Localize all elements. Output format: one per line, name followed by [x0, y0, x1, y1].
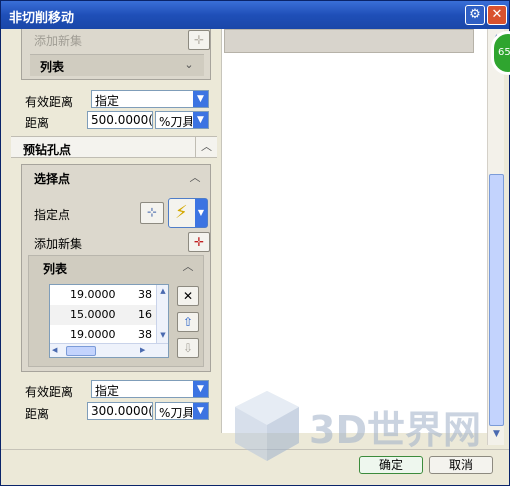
add-new-set-button[interactable]: ✛: [188, 30, 210, 50]
main-vertical-scrollbar[interactable]: ▲ ▼: [487, 29, 504, 445]
scroll-thumb[interactable]: [66, 346, 96, 356]
options-pane: 添加新集 ✛ 列表 ⌄ 有效距离 指定 ▼ 距离 500.0000( %刀具 ▼…: [11, 29, 217, 433]
effective-distance-select[interactable]: 指定 ▼: [91, 90, 209, 108]
title-bar: 非切削移动 ⚙ ✕: [1, 1, 509, 29]
point-type-dropdown[interactable]: ⚡ ▼: [168, 198, 208, 228]
gear-icon[interactable]: ⚙: [465, 5, 485, 25]
select-points-header[interactable]: 选择点 ︿: [22, 165, 210, 189]
table-row[interactable]: 19.0000 38: [50, 285, 168, 305]
chevron-down-icon[interactable]: ▼: [195, 199, 207, 227]
points-list[interactable]: 19.0000 38 15.0000 16 19.0000 38 ▲ ▼ ◀ ▶: [49, 284, 169, 358]
distance-input[interactable]: 500.0000(: [87, 111, 153, 129]
preview-pane: [221, 29, 487, 433]
specify-point-label: 指定点: [34, 208, 71, 222]
dialog-window: 非切削移动 ⚙ ✕ 添加新集 ✛ 列表 ⌄ 有效距离 指定 ▼ 距离 500.0…: [0, 0, 510, 486]
distance-value: 500.0000(: [91, 113, 153, 127]
list-vertical-scrollbar[interactable]: ▲ ▼: [156, 285, 168, 343]
chevron-down-icon[interactable]: ▼: [192, 403, 208, 419]
distance-unit-select[interactable]: %刀具 ▼: [155, 111, 209, 129]
list-cell: 16: [138, 308, 152, 321]
watermark-text: 3D世界网: [309, 408, 481, 452]
predrill-effective-distance-select[interactable]: 指定 ▼: [91, 380, 209, 398]
status-badge: 65: [491, 31, 510, 75]
list-cell: 38: [138, 288, 152, 301]
chevron-up-icon[interactable]: ︿: [181, 260, 195, 274]
list-cell: 38: [138, 328, 152, 341]
chevron-left-icon[interactable]: ◀: [52, 346, 57, 354]
remove-point-button[interactable]: ✕: [177, 286, 199, 306]
list-title: 列表: [43, 262, 68, 276]
chevron-down-icon[interactable]: ⌄: [182, 58, 196, 72]
list-cell: 19.0000: [70, 288, 116, 301]
add-new-set-label: 添加新集: [34, 237, 83, 251]
window-title: 非切削移动: [9, 11, 75, 26]
preview-header: [224, 29, 474, 53]
chevron-up-icon[interactable]: ︿: [195, 137, 217, 158]
predrill-distance-unit-value: %刀具: [159, 406, 195, 420]
list-cell: 15.0000: [70, 308, 116, 321]
lightning-icon: ⚡: [175, 202, 188, 223]
predrill-title: 预钻孔点: [23, 143, 72, 157]
move-up-button[interactable]: ⇧: [177, 312, 199, 332]
predrill-distance-value: 300.0000(: [91, 404, 153, 418]
predrill-effective-distance-value: 指定: [95, 384, 120, 398]
chevron-right-icon[interactable]: ▶: [140, 346, 145, 354]
table-row[interactable]: 19.0000 38: [50, 325, 168, 345]
distance-label: 距离: [25, 116, 50, 130]
list-cell: 19.0000: [70, 328, 116, 341]
badge-text: 65: [498, 47, 510, 58]
watermark-logo: 3D世界网: [229, 387, 509, 477]
table-row[interactable]: 15.0000 16: [50, 305, 168, 325]
chevron-down-icon[interactable]: ▼: [192, 381, 208, 397]
close-icon[interactable]: ✕: [487, 5, 507, 25]
effective-distance-label: 有效距离: [25, 95, 74, 109]
point-dialog-button[interactable]: ⊹: [140, 202, 164, 224]
cube-logo-icon: [235, 391, 299, 461]
list-group: 列表 ︿ 19.0000 38 15.0000 16 19.0000 38 ▲ …: [28, 255, 204, 367]
chevron-down-icon[interactable]: ▼: [192, 112, 208, 128]
chevron-up-icon[interactable]: ︿: [188, 171, 202, 185]
effective-distance-value: 指定: [95, 94, 120, 108]
predrill-distance-unit-select[interactable]: %刀具 ▼: [155, 402, 209, 420]
predrill-effective-distance-label: 有效距离: [25, 385, 74, 399]
distance-unit-value: %刀具: [159, 115, 195, 129]
chevron-down-icon[interactable]: ▼: [158, 331, 168, 341]
add-new-set-label: 添加新集: [34, 34, 83, 48]
select-points-title: 选择点: [34, 172, 71, 186]
list-horizontal-scrollbar[interactable]: ◀ ▶: [50, 343, 168, 357]
select-points-group: 选择点 ︿ 指定点 ⊹ ⚡ ▼ 添加新集 ✛ 列表 ︿ 19.0000 38 1…: [21, 164, 211, 372]
move-down-button[interactable]: ⇩: [177, 338, 199, 358]
predrill-distance-input[interactable]: 300.0000(: [87, 402, 153, 420]
select-points-group-top: 添加新集 ✛ 列表 ⌄: [21, 29, 211, 80]
add-new-set-button[interactable]: ✛: [188, 232, 210, 252]
list-subheader: 列表 ⌄: [30, 54, 204, 76]
list-label: 列表: [40, 60, 65, 74]
predrill-header[interactable]: 预钻孔点 ︿: [11, 136, 217, 158]
chevron-up-icon[interactable]: ▲: [158, 287, 168, 297]
chevron-down-icon[interactable]: ▼: [192, 91, 208, 107]
predrill-distance-label: 距离: [25, 407, 50, 421]
